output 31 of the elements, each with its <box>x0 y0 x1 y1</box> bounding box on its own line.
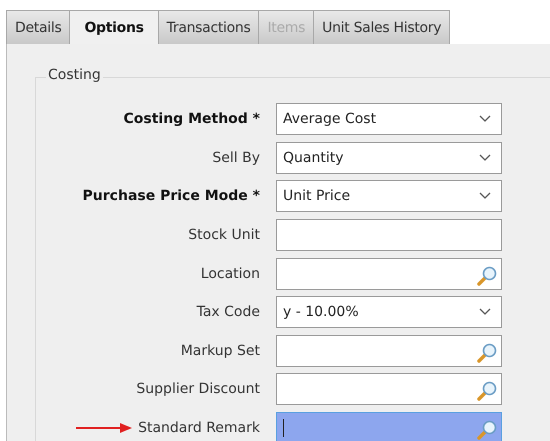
lookup-field[interactable] <box>276 334 502 367</box>
input-field[interactable] <box>276 219 502 252</box>
chevron-down-icon <box>479 115 491 124</box>
field-label: Standard Remark <box>138 420 260 436</box>
search-icon <box>476 342 498 364</box>
dropdown[interactable]: Unit Price <box>276 180 502 212</box>
field-label: Stock Unit <box>188 227 260 244</box>
dropdown[interactable]: Average Cost <box>276 103 502 136</box>
tab[interactable]: Options <box>69 10 159 44</box>
tab[interactable]: Transactions <box>158 10 260 44</box>
tab[interactable]: Details <box>6 10 70 44</box>
chevron-down-icon <box>479 154 491 162</box>
search-icon <box>476 380 498 402</box>
field-label: Location <box>200 266 260 282</box>
chevron-down-icon <box>479 308 491 316</box>
chevron-down-icon <box>479 192 491 200</box>
dropdown[interactable]: y - 10.00% <box>276 296 502 328</box>
tab[interactable]: Unit Sales History <box>313 10 450 44</box>
search-icon <box>476 264 498 287</box>
field-label: Markup Set <box>180 342 260 359</box>
lookup-field[interactable] <box>276 412 502 441</box>
group-title: Costing <box>46 67 103 83</box>
lookup-field[interactable] <box>276 373 502 406</box>
search-icon <box>476 419 498 441</box>
field-label: Sell By <box>212 150 260 166</box>
field-label: Costing Method * <box>124 111 260 128</box>
field-label: Tax Code <box>196 304 260 320</box>
dropdown[interactable]: Quantity <box>276 142 502 174</box>
lookup-field[interactable] <box>276 258 502 290</box>
field-label: Supplier Discount <box>136 381 260 398</box>
field-label: Purchase Price Mode * <box>82 188 260 204</box>
